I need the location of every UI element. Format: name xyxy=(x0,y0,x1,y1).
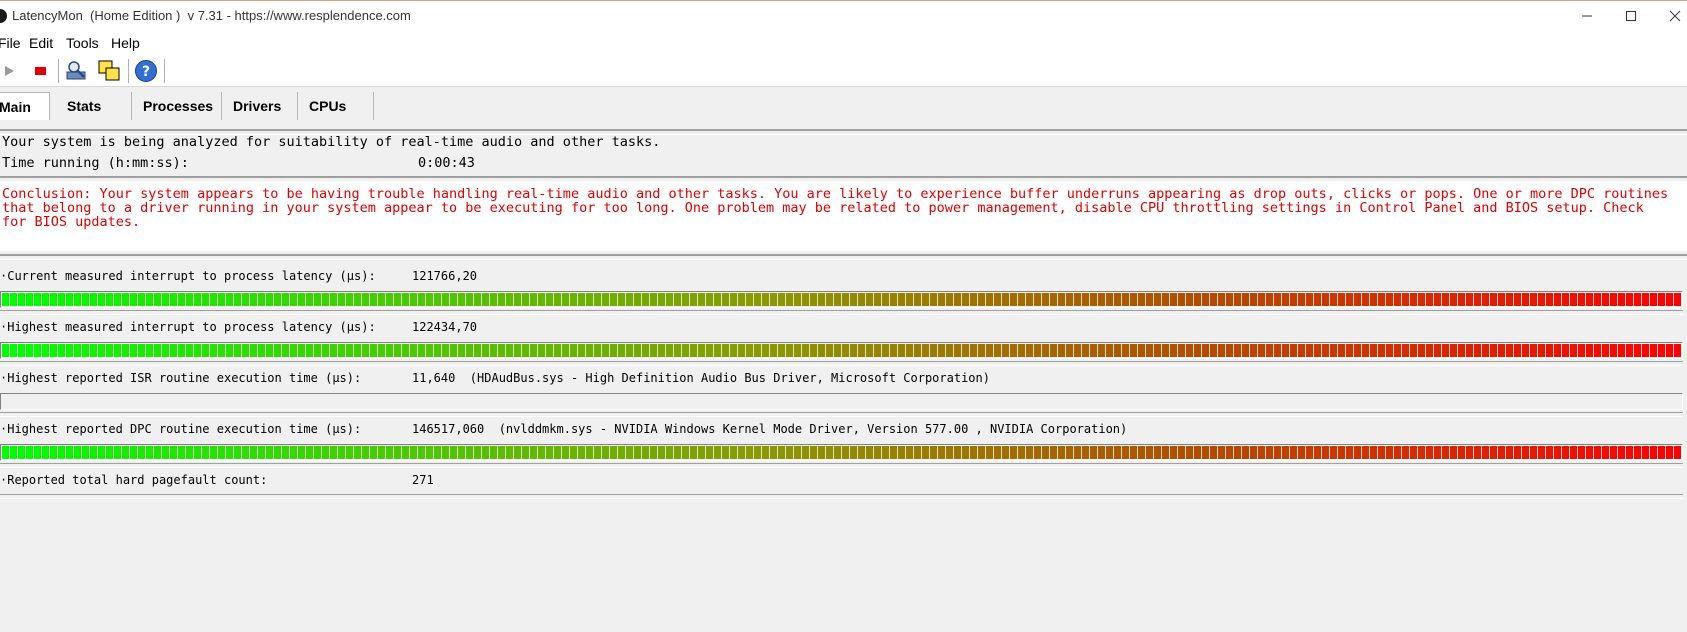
menu-help[interactable]: Help xyxy=(111,35,140,51)
stop-icon[interactable] xyxy=(28,59,52,83)
tab-processes[interactable]: Processes xyxy=(133,92,222,120)
time-running-label: Time running (h:mm:ss): xyxy=(2,155,189,171)
maximize-icon[interactable] xyxy=(1608,1,1654,31)
windows-icon[interactable] xyxy=(97,59,121,83)
metric-dpc-value: 146517,060 (nvlddmkm.sys - NVIDIA Window… xyxy=(412,422,1128,436)
menu-file[interactable]: File xyxy=(0,35,21,51)
tab-stats[interactable]: Stats xyxy=(57,92,132,120)
metric-current-latency-label: ·Current measured interrupt to process l… xyxy=(0,269,376,283)
menu-bar: File Edit Tools Help xyxy=(0,31,1687,55)
toolbar-separator xyxy=(164,59,165,83)
meter-highest-latency xyxy=(0,342,1683,359)
menu-edit[interactable]: Edit xyxy=(29,35,53,51)
meter-current-latency xyxy=(0,291,1683,308)
metric-highest-latency-value: 122434,70 xyxy=(412,320,478,334)
tab-drivers[interactable]: Drivers xyxy=(223,92,298,120)
divider xyxy=(0,361,1683,366)
toolbar-separator xyxy=(128,59,129,83)
time-running-value: 0:00:43 xyxy=(418,155,475,171)
tab-main-label: Main xyxy=(0,98,31,115)
tab-processes-label: Processes xyxy=(143,98,214,114)
analyzing-text: Your system is being analyzed for suitab… xyxy=(2,134,661,150)
tab-drivers-label: Drivers xyxy=(233,98,282,114)
divider xyxy=(0,463,1683,468)
tab-cpus[interactable]: CPUs xyxy=(299,92,374,120)
window-title: LatencyMon (Home Edition ) v 7.31 - http… xyxy=(12,8,411,23)
meter-isr xyxy=(0,393,1683,410)
meter-dpc xyxy=(0,444,1683,461)
metric-pagefault-label: ·Reported total hard pagefault count: xyxy=(0,473,268,487)
metric-pagefault-value: 271 xyxy=(412,473,434,487)
svg-text:?: ? xyxy=(142,64,150,80)
divider xyxy=(0,310,1683,315)
metric-isr-value: 11,640 (HDAudBus.sys - High Definition A… xyxy=(412,371,990,385)
close-icon[interactable] xyxy=(1652,1,1687,31)
divider xyxy=(0,412,1683,417)
metric-current-latency-value: 121766,20 xyxy=(412,269,478,283)
tab-main[interactable]: Main xyxy=(0,92,50,120)
help-icon[interactable]: ? xyxy=(134,59,158,83)
divider xyxy=(0,494,1683,499)
play-icon[interactable] xyxy=(0,59,21,83)
meter-fill xyxy=(2,293,1681,306)
tab-stats-label: Stats xyxy=(67,98,102,114)
menu-tools[interactable]: Tools xyxy=(66,35,99,51)
tab-bar: Main Stats Processes Drivers CPUs xyxy=(0,87,1687,127)
conclusion-text: Conclusion: Your system appears to be ha… xyxy=(2,186,1669,230)
divider xyxy=(0,254,1687,260)
toolbar-separator xyxy=(58,59,59,83)
minimize-icon[interactable] xyxy=(1564,1,1610,31)
metric-dpc-label: ·Highest reported DPC routine execution … xyxy=(0,422,362,436)
meter-fill xyxy=(2,446,1681,459)
tab-cpus-label: CPUs xyxy=(309,98,347,114)
toolbar: ? xyxy=(0,55,1687,87)
metric-highest-latency-label: ·Highest measured interrupt to process l… xyxy=(0,320,376,334)
title-bar: LatencyMon (Home Edition ) v 7.31 - http… xyxy=(0,0,1687,31)
meter-fill xyxy=(2,344,1681,357)
app-icon xyxy=(0,9,7,23)
metric-isr-label: ·Highest reported ISR routine execution … xyxy=(0,371,362,385)
analyze-icon[interactable] xyxy=(64,59,88,83)
